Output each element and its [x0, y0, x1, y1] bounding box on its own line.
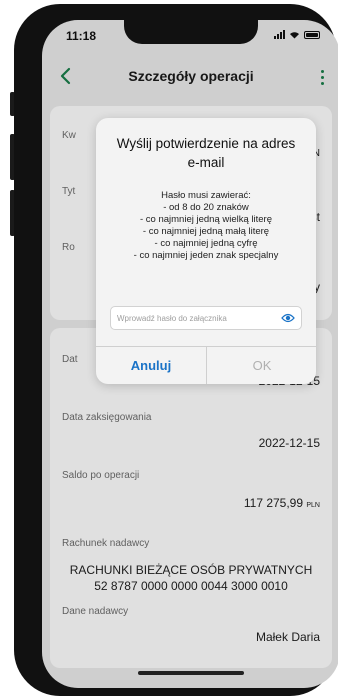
- password-input[interactable]: [117, 307, 267, 329]
- password-rule: - co najmniej jeden znak specjalny: [133, 250, 279, 261]
- phone-screen: 11:18 Szczegóły operacji Kw PLN Tyt est …: [42, 20, 338, 688]
- email-confirmation-dialog: Wyślij potwierdzenie na adres e-mail Has…: [96, 118, 316, 384]
- password-field-container: [110, 306, 302, 330]
- phone-frame: 11:18 Szczegóły operacji Kw PLN Tyt est …: [14, 4, 338, 696]
- password-rule: - od 8 do 20 znaków: [163, 202, 249, 213]
- home-indicator: [138, 671, 244, 675]
- password-rules-heading: Hasło musi zawierać:: [161, 190, 251, 201]
- notch: [124, 20, 258, 44]
- dialog-title-line2: e-mail: [187, 155, 225, 170]
- ok-button[interactable]: OK: [207, 347, 316, 384]
- eye-icon[interactable]: [281, 312, 295, 324]
- password-rule: - co najmniej jedną wielką literę: [139, 214, 272, 225]
- dialog-title-line1: Wyślij potwierdzenie na adres: [116, 136, 296, 151]
- dialog-title: Wyślij potwierdzenie na adres e-mail: [104, 134, 308, 172]
- password-rules: Hasło musi zawierać: - od 8 do 20 znaków…: [102, 190, 310, 262]
- password-rule: - co najmniej jedną cyfrę: [154, 238, 258, 249]
- password-rule: - co najmniej jedną małą literę: [142, 226, 270, 237]
- cancel-button[interactable]: Anuluj: [96, 347, 206, 384]
